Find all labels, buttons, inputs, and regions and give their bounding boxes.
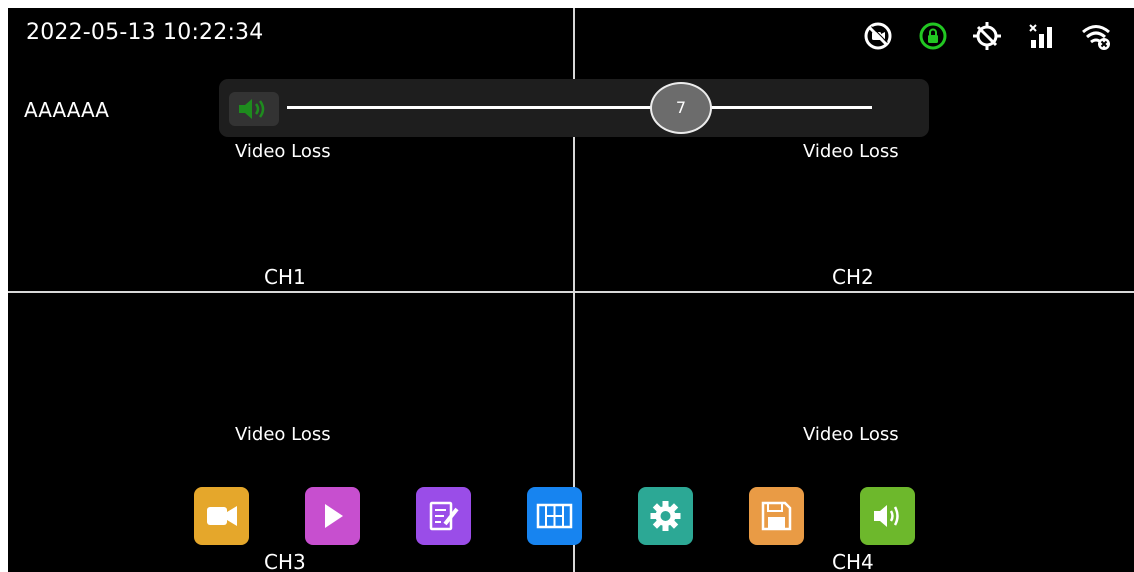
channel-label-ch3: CH3 [264,550,306,572]
volume-knob[interactable]: 7 [650,82,712,134]
datetime-display: 2022-05-13 10:22:34 [26,20,264,45]
save-icon [761,501,792,531]
playback-button[interactable] [305,487,360,545]
dvr-screen: 2022-05-13 10:22:34 AAAAAA Video Loss Vi… [8,8,1134,572]
volume-button[interactable] [860,487,915,545]
channel-label-ch1: CH1 [264,265,306,289]
video-loss-ch2: Video Loss [803,141,899,162]
volume-track[interactable] [287,106,872,109]
camera-off-icon [864,22,892,50]
video-loss-ch1: Video Loss [235,141,331,162]
channel-label-ch2: CH2 [832,265,874,289]
record-button[interactable] [194,487,249,545]
wifi-off-icon [1082,25,1110,50]
signal-icon [1029,24,1052,48]
lock-icon [919,22,947,50]
video-camera-icon [207,506,237,526]
video-loss-ch3: Video Loss [235,424,331,445]
video-loss-ch4: Video Loss [803,424,899,445]
channel-label-ch4: CH4 [832,550,874,572]
volume-mute-button[interactable] [229,92,279,126]
edit-button[interactable] [416,487,471,545]
layout-button[interactable] [527,487,582,545]
edit-icon [429,501,459,531]
play-icon [325,504,343,528]
settings-button[interactable] [638,487,693,545]
device-name: AAAAAA [24,98,109,122]
storage-button[interactable] [749,487,804,545]
gear-icon [650,501,681,531]
gps-off-icon [973,22,1001,50]
volume-slider-panel: 7 [219,79,929,137]
layout-grid-icon [536,503,573,529]
speaker-icon [874,505,899,527]
speaker-icon [239,99,265,119]
